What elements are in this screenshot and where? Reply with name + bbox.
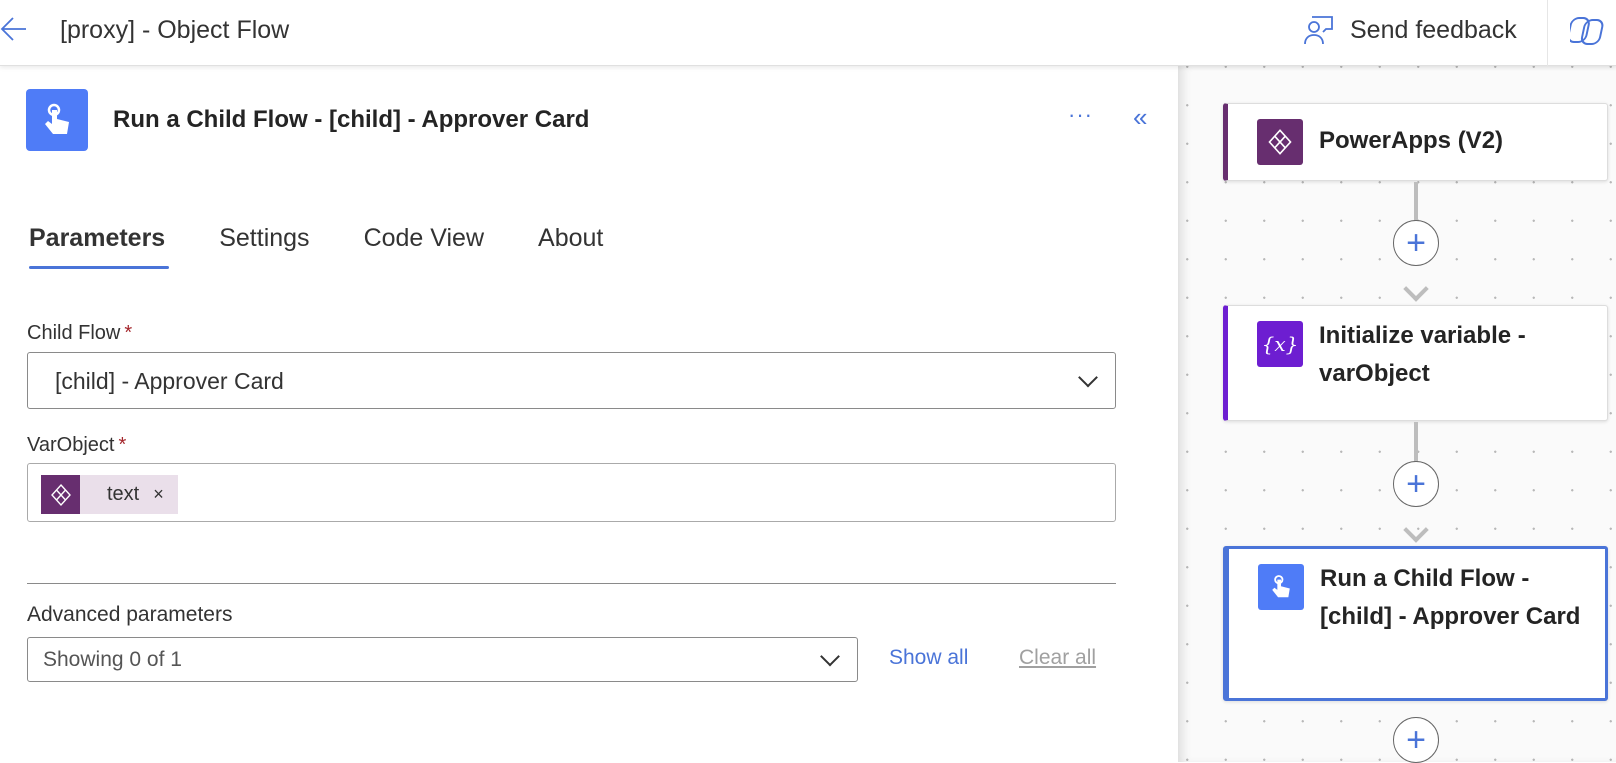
double-chevron-left-icon: « [1133,102,1148,132]
advanced-parameters-value: Showing 0 of 1 [43,648,182,671]
action-details-panel: Run a Child Flow - [child] - Approver Ca… [0,66,1178,762]
send-feedback-button[interactable]: Send feedback [1302,14,1517,46]
powerapps-icon [41,475,80,514]
flow-card-initialize-variable[interactable]: {x} Initialize variable - varObject [1223,305,1608,421]
child-flow-icon [1258,564,1304,610]
feedback-icon [1304,16,1333,45]
insert-step-button[interactable]: + [1393,220,1439,266]
collapse-panel-button[interactable]: « [1133,102,1147,133]
more-options-button[interactable]: ··· [1068,102,1093,128]
flow-canvas: PowerApps (V2) + {x} Initialize variable… [1178,66,1616,763]
card-label: Initialize variable - varObject [1319,322,1526,387]
clear-all-link[interactable]: Clear all [1019,646,1096,670]
flow-title: [proxy] - Object Flow [60,16,290,44]
tab-settings[interactable]: Settings [219,224,309,269]
copilot-button[interactable] [1567,14,1606,53]
label-text: Child Flow [27,322,121,344]
send-feedback-label: Send feedback [1350,15,1517,44]
flow-card-powerapps[interactable]: PowerApps (V2) [1223,103,1608,181]
section-divider [27,583,1116,584]
tab-code-view[interactable]: Code View [364,224,484,269]
tab-about[interactable]: About [538,224,603,269]
child-flow-label: Child Flow * [27,322,132,345]
remove-token-button[interactable]: × [153,484,164,505]
show-all-link[interactable]: Show all [889,646,968,670]
variable-icon: {x} [1257,321,1303,367]
tab-bar: Parameters Settings Code View About [29,224,603,269]
child-flow-icon [26,89,88,151]
advanced-parameters-label: Advanced parameters [27,603,233,626]
varobject-label: VarObject * [27,434,126,457]
tab-parameters[interactable]: Parameters [29,224,170,269]
dynamic-content-token[interactable]: text × [41,475,178,514]
required-marker: * [124,322,133,344]
child-flow-value: [child] - Approver Card [55,368,284,394]
back-button[interactable] [0,14,30,44]
powerapps-icon [1257,119,1303,165]
insert-step-button[interactable]: + [1393,717,1439,763]
flow-card-run-child-flow[interactable]: Run a Child Flow - [child] - Approver Ca… [1223,546,1608,701]
card-label: PowerApps (V2) [1319,127,1504,154]
varobject-input[interactable]: text × [27,463,1116,522]
token-label: text [107,483,140,505]
panel-title: Run a Child Flow - [child] - Approver Ca… [113,106,590,133]
required-marker: * [118,434,127,456]
divider [1547,0,1548,66]
card-label: Run a Child Flow - [child] - Approver Ca… [1320,565,1581,630]
insert-step-button[interactable]: + [1393,461,1439,507]
arrow-left-icon [0,17,26,41]
child-flow-dropdown[interactable]: [child] - Approver Card [27,352,1116,409]
chevron-down-icon [820,646,840,666]
advanced-parameters-dropdown[interactable]: Showing 0 of 1 [27,637,858,682]
chevron-down-icon [1078,367,1098,387]
label-text: VarObject [27,434,115,456]
arrow-down-icon [1403,517,1429,543]
arrow-down-icon [1403,276,1429,302]
top-bar: [proxy] - Object Flow Send feedback [0,0,1616,66]
copilot-icon [1567,17,1604,45]
